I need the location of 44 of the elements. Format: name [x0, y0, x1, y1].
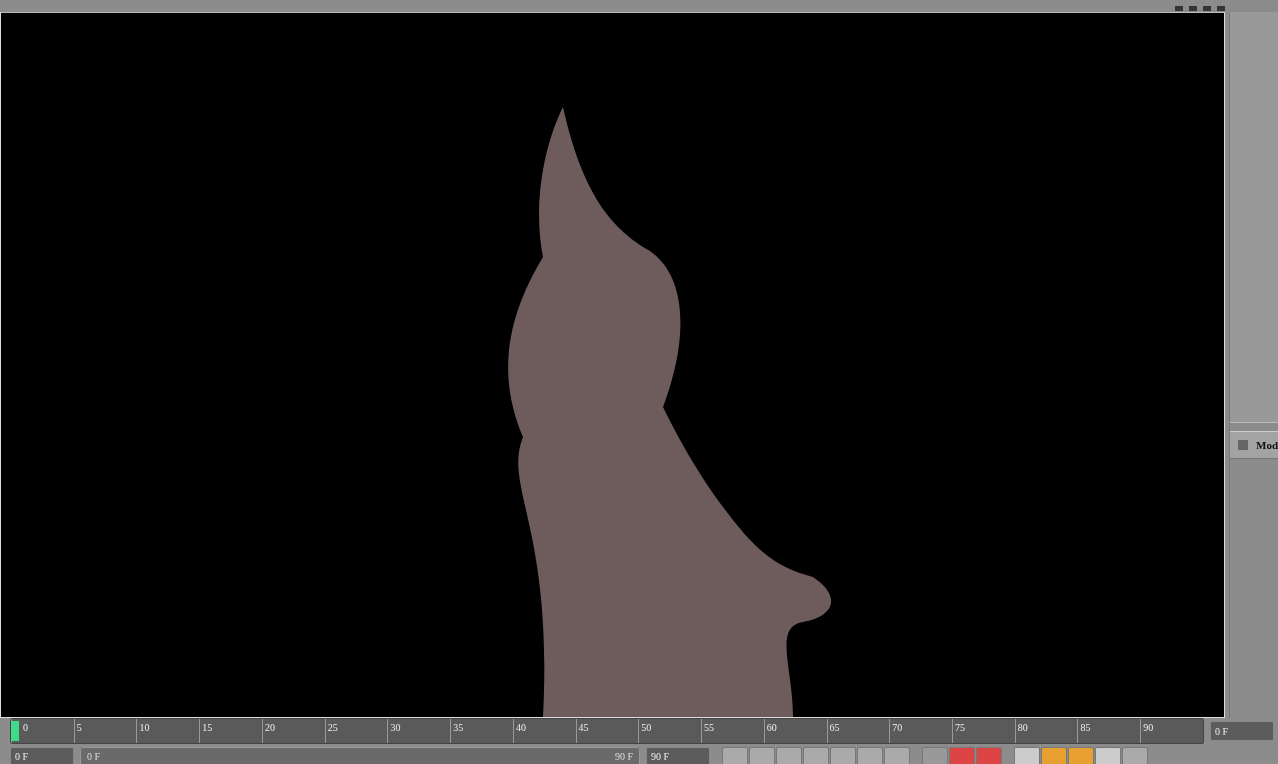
playback-button[interactable]	[749, 746, 775, 764]
key-button[interactable]	[1041, 746, 1067, 764]
start-frame-field[interactable]: 0 F	[10, 746, 74, 764]
frame-number: 10	[139, 722, 150, 734]
frame-number: 35	[453, 722, 464, 734]
range-slider[interactable]: 0 F 90 F	[80, 746, 640, 764]
frame-number: 25	[327, 722, 338, 734]
playback-button[interactable]	[857, 746, 883, 764]
key-button[interactable]	[1014, 746, 1040, 764]
3d-viewport[interactable]	[0, 11, 1225, 718]
frame-number: 90	[1143, 722, 1154, 734]
record-button[interactable]	[949, 746, 975, 764]
frame-number: 20	[264, 722, 275, 734]
key-button[interactable]	[1068, 746, 1094, 764]
playback-button[interactable]	[776, 746, 802, 764]
tab-label: Mod	[1256, 438, 1278, 451]
frame-number: 15	[202, 722, 213, 734]
panel-tab[interactable]: Mod	[1230, 430, 1278, 459]
record-button[interactable]	[922, 746, 948, 764]
playback-button[interactable]	[722, 746, 748, 764]
frame-number: 40	[515, 722, 526, 734]
frame-number: 80	[1017, 722, 1028, 734]
frame-number: 65	[829, 722, 840, 734]
end-frame-field[interactable]: 90 F	[646, 746, 710, 764]
frame-number: 5	[76, 722, 82, 734]
frame-number: 30	[390, 722, 401, 734]
frame-number: 60	[766, 722, 777, 734]
timeline-ruler[interactable]: 0 5 10 15 20 25 30 35 40 45 50 55 60 65 70 75 80 85 90	[10, 718, 1204, 745]
frame-number: 75	[955, 722, 965, 734]
frame-number: 50	[641, 722, 652, 734]
current-frame-field[interactable]: 0 F	[1210, 721, 1274, 742]
key-button[interactable]	[1095, 746, 1121, 764]
frame-number: 85	[1080, 722, 1091, 734]
frame-number: 45	[578, 722, 589, 734]
playback-button[interactable]	[830, 746, 856, 764]
key-button[interactable]	[1122, 746, 1148, 764]
playback-button[interactable]	[803, 746, 829, 764]
frame-number: 70	[892, 722, 903, 734]
playhead[interactable]	[11, 721, 19, 742]
record-button[interactable]	[976, 746, 1002, 764]
frame-number: 0	[23, 722, 28, 734]
grip-icon	[1238, 439, 1248, 450]
playback-button[interactable]	[884, 746, 910, 764]
frame-number: 55	[704, 722, 715, 734]
